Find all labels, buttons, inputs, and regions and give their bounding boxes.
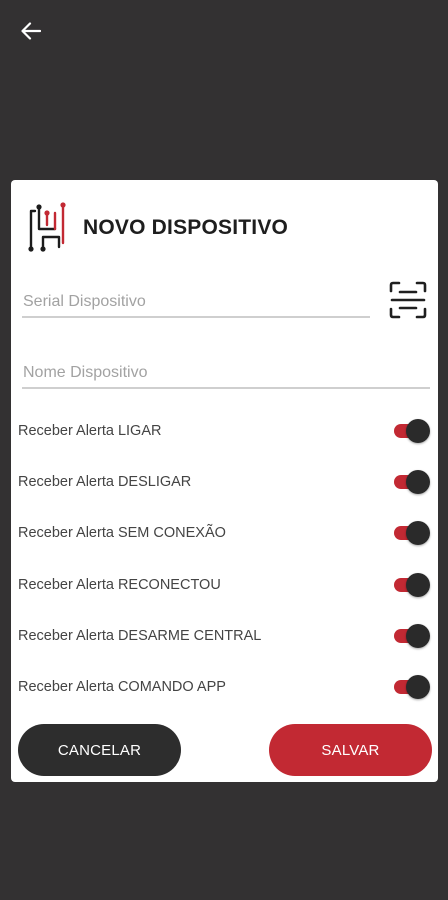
dialog-title: NOVO DISPOSITIVO [83, 216, 289, 239]
alert-label: Receber Alerta DESARME CENTRAL [18, 628, 262, 644]
alert-label: Receber Alerta COMANDO APP [18, 679, 226, 695]
new-device-dialog: NOVO DISPOSITIVO Receber Alerta LIGAR Re… [11, 180, 438, 782]
name-field [22, 353, 430, 389]
alert-reconectou-toggle[interactable] [392, 572, 430, 598]
scan-qr-button[interactable] [388, 280, 428, 320]
save-button[interactable]: SALVAR [269, 724, 432, 776]
alert-sem-conexao-toggle[interactable] [392, 520, 430, 546]
alert-row-desligar: Receber Alerta DESLIGAR [17, 465, 432, 499]
alert-ligar-toggle[interactable] [392, 418, 430, 444]
dialog-header: NOVO DISPOSITIVO [25, 196, 288, 260]
cancel-button[interactable]: CANCELAR [18, 724, 181, 776]
alert-comando-app-toggle[interactable] [392, 674, 430, 700]
alert-desligar-toggle[interactable] [392, 469, 430, 495]
alert-label: Receber Alerta LIGAR [18, 423, 162, 439]
alert-row-ligar: Receber Alerta LIGAR [17, 414, 432, 448]
alert-label: Receber Alerta DESLIGAR [18, 474, 192, 490]
alert-desarme-central-toggle[interactable] [392, 623, 430, 649]
back-button[interactable] [14, 16, 48, 46]
qr-scan-icon [389, 281, 427, 319]
serial-input[interactable] [22, 282, 370, 318]
alert-row-reconectou: Receber Alerta RECONECTOU [17, 568, 432, 602]
alert-row-sem-conexao: Receber Alerta SEM CONEXÃO [17, 516, 432, 550]
alert-label: Receber Alerta RECONECTOU [18, 577, 221, 593]
arrow-left-icon [21, 22, 41, 40]
serial-field [22, 282, 370, 318]
alert-label: Receber Alerta SEM CONEXÃO [18, 525, 226, 541]
alert-row-desarme-central: Receber Alerta DESARME CENTRAL [17, 619, 432, 653]
alert-row-comando-app: Receber Alerta COMANDO APP [17, 670, 432, 704]
name-input[interactable] [22, 353, 430, 389]
circuit-h-logo [28, 202, 66, 252]
